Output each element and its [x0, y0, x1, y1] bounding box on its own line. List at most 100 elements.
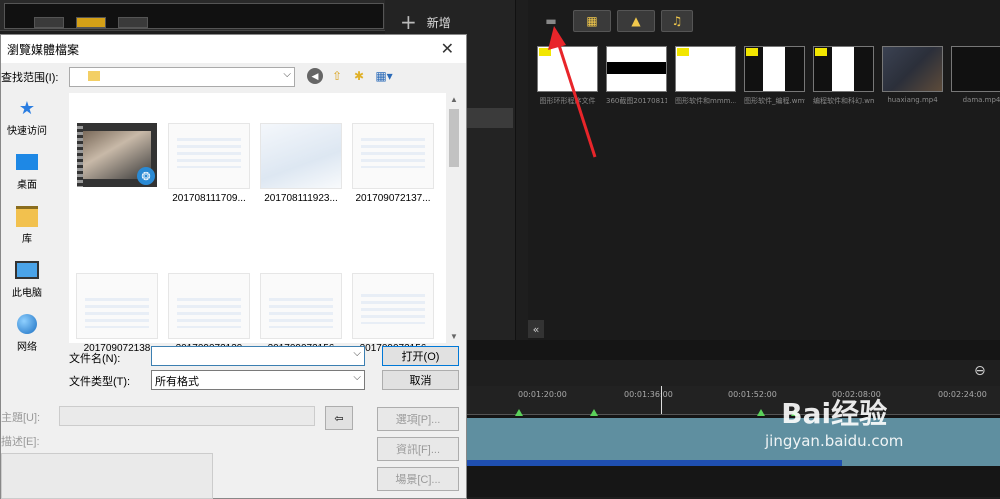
add-button[interactable]: + 新增: [400, 10, 451, 34]
subject-label: 主題[U]:: [1, 412, 41, 424]
cancel-button[interactable]: 取消: [382, 370, 459, 390]
thumbnail-image: [744, 46, 805, 92]
red-annotation-arrow: [548, 26, 597, 158]
network-icon: [15, 313, 39, 335]
thumbnail-caption: 图形软件_编程.wmv: [744, 97, 805, 105]
file-thumbnail: [352, 123, 434, 189]
place-quick-access[interactable]: ★ 快速访问: [1, 97, 53, 138]
library-thumbnail[interactable]: 编程软件和科幻.wmv: [813, 46, 874, 106]
zoom-out-icon[interactable]: ⊖: [974, 363, 986, 379]
open-button[interactable]: 打开(O): [382, 346, 459, 366]
file-item[interactable]: 201709072156: [347, 273, 439, 354]
new-folder-icon[interactable]: ✱: [351, 68, 367, 84]
show-audio-button[interactable]: ♫: [661, 10, 693, 32]
library-side-selected-item[interactable]: [465, 108, 513, 128]
file-item[interactable]: 201709072156: [255, 273, 347, 354]
add-button-label: 新增: [426, 15, 451, 30]
library-thumbnail[interactable]: 图形软件和mmm...: [675, 46, 736, 106]
scrollbar-thumb[interactable]: [449, 109, 459, 167]
thumbnail-image: [882, 46, 943, 92]
double-chevron-left-icon: «: [532, 322, 540, 336]
video-badge-icon: [746, 48, 758, 56]
library-thumbnail[interactable]: huaxiang.mp4: [882, 46, 943, 106]
info-button[interactable]: 資訊[F]...: [377, 437, 459, 461]
filetype-dropdown[interactable]: 所有格式 ⌵: [151, 370, 365, 390]
chevron-down-icon[interactable]: ⌵: [353, 348, 361, 359]
library-thumbnail[interactable]: 360截图20170811...: [606, 46, 667, 106]
description-label: 描述[E]:: [1, 436, 40, 448]
music-icon: ♫: [671, 14, 683, 28]
timeline-marker[interactable]: [590, 409, 598, 416]
timeline-toolbar: [462, 360, 1000, 386]
library-icon: [15, 205, 39, 227]
library-thumbnail[interactable]: dama.mp4: [951, 46, 1000, 106]
view-menu-icon[interactable]: ▦▾: [373, 68, 395, 84]
scroll-up-icon[interactable]: ▲: [450, 95, 458, 104]
file-item[interactable]: 201709072138: [71, 273, 163, 354]
watermark-url: jingyan.baidu.com: [765, 432, 904, 450]
background-tab-1[interactable]: [34, 17, 64, 28]
folder-icon: [88, 71, 100, 81]
plus-icon: +: [400, 10, 417, 34]
place-label: 库: [22, 234, 32, 245]
filename-input[interactable]: ⌵: [151, 346, 365, 366]
filetype-label: 文件类型(T):: [69, 376, 131, 388]
show-image-button[interactable]: ▲: [617, 10, 655, 32]
navigation-buttons: ◀ ⇧ ✱ ▦▾: [307, 68, 395, 84]
file-item[interactable]: 201708111923...: [255, 123, 347, 204]
scene-button[interactable]: 場景[C]...: [377, 467, 459, 491]
look-in-dropdown[interactable]: ⌵: [69, 67, 295, 87]
background-window-titlebar: [0, 0, 385, 31]
video-track-clip[interactable]: [462, 418, 1000, 466]
file-item[interactable]: 201709072137...: [347, 123, 439, 204]
thumbnail-caption: 编程软件和科幻.wmv: [813, 97, 874, 105]
library-thumbnail[interactable]: 图形软件_编程.wmv: [744, 46, 805, 106]
background-tab-3[interactable]: [118, 17, 148, 28]
place-label: 桌面: [17, 180, 37, 191]
clip-audio-bar: [462, 460, 842, 466]
computer-icon: [15, 259, 39, 281]
thumbnail-image: [813, 46, 874, 92]
media-badge-icon: ❂: [137, 167, 155, 185]
file-item[interactable]: 201708111709...: [163, 123, 255, 204]
background-tab-2[interactable]: [76, 17, 106, 28]
timeline-marker[interactable]: [757, 409, 765, 416]
collapse-panel-button[interactable]: «: [528, 320, 544, 338]
browse-media-dialog: 瀏覽媒體檔案 ✕ 查找范围(I): ⌵ ◀ ⇧ ✱ ▦▾ ★ 快速访问 桌面 库…: [0, 34, 467, 499]
file-thumbnail: [352, 273, 434, 339]
star-icon: ★: [18, 97, 36, 118]
file-item[interactable]: 201709072139: [163, 273, 255, 354]
file-list-scrollbar[interactable]: ▲ ▼: [446, 93, 462, 343]
description-textarea[interactable]: [1, 453, 213, 499]
place-label: 快速访问: [7, 126, 47, 137]
close-icon[interactable]: ✕: [441, 39, 454, 59]
place-desktop[interactable]: 桌面: [1, 151, 53, 191]
subject-input[interactable]: [59, 406, 315, 426]
place-label: 网络: [17, 342, 37, 353]
thumbnail-caption: 图形软件和mmm...: [675, 97, 736, 105]
video-badge-icon: [677, 48, 689, 56]
file-thumbnail: [260, 123, 342, 189]
dialog-titlebar: 瀏覽媒體檔案: [1, 35, 466, 63]
ruler-tick-label: 00:01:20:00: [518, 390, 567, 399]
up-folder-icon[interactable]: ⇧: [329, 68, 345, 84]
thumbnail-caption: 360截图20170811...: [606, 97, 667, 105]
place-network[interactable]: 网络: [1, 313, 53, 353]
audio-track[interactable]: [462, 470, 1000, 497]
playhead[interactable]: [661, 386, 662, 414]
back-arrow-button[interactable]: ⇦: [325, 406, 353, 430]
timeline-marker[interactable]: [515, 409, 523, 416]
thumbnail-caption: dama.mp4: [962, 96, 1000, 104]
thumbnail-image: [606, 46, 667, 92]
file-thumbnail: [168, 273, 250, 339]
file-item[interactable]: ❂: [71, 123, 163, 191]
scene-button-label: 場景[C]...: [395, 474, 441, 486]
place-this-pc[interactable]: 此电脑: [1, 259, 53, 299]
options-button[interactable]: 選項[P]...: [377, 407, 459, 431]
video-file-thumbnail: ❂: [77, 123, 157, 187]
scroll-down-icon[interactable]: ▼: [450, 332, 458, 341]
file-name: 201708111709...: [172, 193, 246, 204]
file-thumbnail: [76, 273, 158, 339]
place-library[interactable]: 库: [1, 205, 53, 245]
back-icon[interactable]: ◀: [307, 68, 323, 84]
